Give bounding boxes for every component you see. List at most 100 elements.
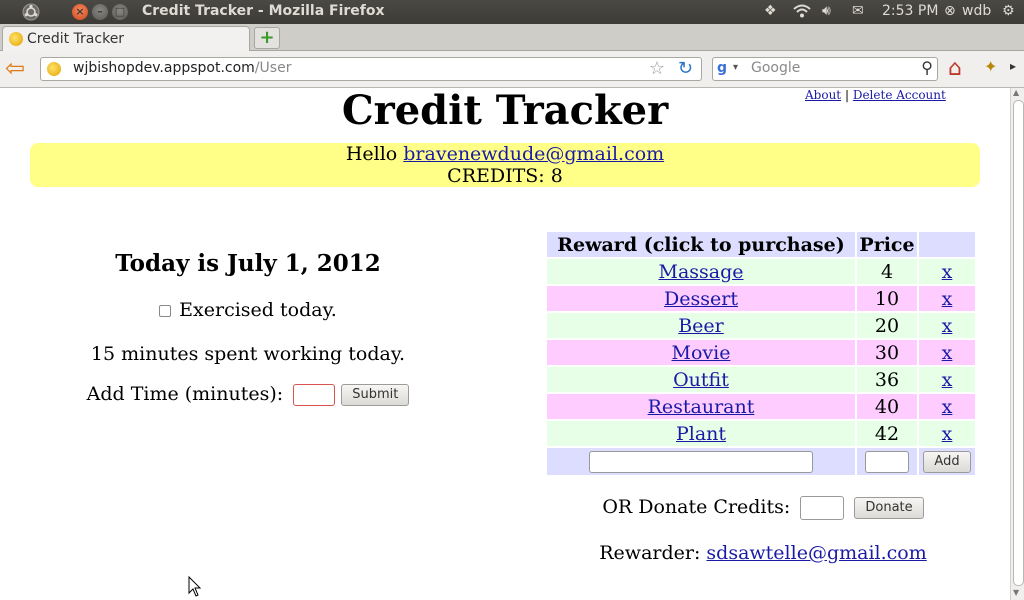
window-close-icon: × bbox=[75, 5, 85, 18]
google-icon[interactable]: g bbox=[717, 60, 727, 76]
column-header-price: Price bbox=[857, 232, 917, 257]
new-reward-name-input[interactable] bbox=[589, 451, 813, 473]
rewarder-label: Rewarder: bbox=[599, 542, 701, 564]
home-icon[interactable]: ⌂ bbox=[948, 56, 962, 81]
tab-credit-tracker[interactable]: Credit Tracker bbox=[2, 26, 250, 51]
rewards-header-row: Reward (click to purchase) Price bbox=[547, 232, 975, 257]
table-row: Outfit 36 x bbox=[547, 367, 975, 392]
url-host: wjbishopdev.appspot.com bbox=[73, 60, 255, 76]
mail-icon[interactable]: ✉ bbox=[852, 3, 864, 19]
page-scrollbar[interactable]: ▲ ▼ bbox=[1010, 88, 1024, 600]
addon-icon[interactable]: ✦ bbox=[984, 57, 997, 76]
reward-price: 36 bbox=[857, 367, 917, 392]
reward-price: 4 bbox=[857, 259, 917, 284]
clock[interactable]: 2:53 PM bbox=[882, 3, 938, 19]
back-arrow-icon: ⇦ bbox=[5, 54, 26, 82]
new-tab-button[interactable]: + bbox=[254, 27, 280, 49]
exercise-row: Exercised today. bbox=[30, 299, 466, 321]
add-reward-row: Add bbox=[547, 448, 975, 475]
scroll-up-icon[interactable]: ▲ bbox=[1013, 88, 1019, 97]
table-row: Beer 20 x bbox=[547, 313, 975, 338]
delete-reward-link[interactable]: x bbox=[942, 396, 953, 418]
delete-reward-link[interactable]: x bbox=[942, 369, 953, 391]
window-maximize-button[interactable]: □ bbox=[112, 4, 128, 20]
table-row: Restaurant 40 x bbox=[547, 394, 975, 419]
rewards-table: Reward (click to purchase) Price Massage… bbox=[545, 230, 977, 477]
new-reward-price-input[interactable] bbox=[865, 451, 909, 473]
reward-price: 42 bbox=[857, 421, 917, 446]
column-header-reward: Reward (click to purchase) bbox=[547, 232, 855, 257]
donate-label: OR Donate Credits: bbox=[602, 496, 791, 518]
reward-link[interactable]: Beer bbox=[678, 315, 724, 337]
site-favicon-icon bbox=[47, 62, 61, 76]
delete-reward-link[interactable]: x bbox=[942, 288, 953, 310]
bookmark-star-icon[interactable]: ☆ bbox=[649, 58, 665, 79]
submit-button[interactable]: Submit bbox=[341, 384, 410, 406]
search-bar[interactable]: g ▾ Google ⚲ bbox=[712, 57, 938, 81]
search-placeholder: Google bbox=[751, 60, 801, 76]
greeting-box: Hello bravenewdude@gmail.com CREDITS: 8 bbox=[30, 143, 980, 187]
user-email-link[interactable]: bravenewdude@gmail.com bbox=[403, 143, 664, 165]
reward-link[interactable]: Dessert bbox=[664, 288, 738, 310]
url-text: wjbishopdev.appspot.com/User bbox=[73, 60, 291, 76]
session-gear-icon[interactable]: ⚙ bbox=[1002, 3, 1015, 19]
delete-account-link[interactable]: Delete Account bbox=[853, 88, 946, 102]
power-icon[interactable]: ⊗ bbox=[944, 3, 956, 19]
today-heading: Today is July 1, 2012 bbox=[115, 250, 381, 277]
window-minimize-button[interactable]: – bbox=[92, 4, 108, 20]
new-tab-icon: + bbox=[259, 27, 275, 48]
ubuntu-logo-icon[interactable] bbox=[22, 3, 40, 21]
window-minimize-icon: – bbox=[97, 5, 103, 18]
tab-strip: Credit Tracker + bbox=[0, 24, 1024, 51]
add-time-input[interactable] bbox=[293, 384, 336, 406]
about-link[interactable]: About bbox=[805, 88, 841, 102]
credits-display: CREDITS: 8 bbox=[447, 165, 563, 187]
volume-icon[interactable]: 🔊︎ bbox=[822, 3, 831, 19]
add-time-row: Add Time (minutes): Submit bbox=[30, 383, 466, 406]
table-row: Dessert 10 x bbox=[547, 286, 975, 311]
window-title: Credit Tracker - Mozilla Firefox bbox=[142, 3, 385, 19]
donate-button[interactable]: Donate bbox=[854, 497, 924, 519]
search-icon[interactable]: ⚲ bbox=[921, 58, 933, 77]
reward-link[interactable]: Massage bbox=[658, 261, 743, 283]
dropbox-icon[interactable]: ❖ bbox=[764, 3, 777, 19]
rewarder-row: Rewarder: sdsawtelle@gmail.com bbox=[545, 542, 981, 564]
column-header-actions bbox=[919, 232, 975, 257]
delete-reward-link[interactable]: x bbox=[942, 261, 953, 283]
url-path: /User bbox=[254, 60, 292, 76]
delete-reward-link[interactable]: x bbox=[942, 423, 953, 445]
donate-credits-input[interactable] bbox=[800, 496, 845, 520]
activity-panel: Today is July 1, 2012 Exercised today. 1… bbox=[30, 248, 466, 406]
table-row: Massage 4 x bbox=[547, 259, 975, 284]
add-reward-button[interactable]: Add bbox=[923, 451, 971, 473]
exercise-checkbox[interactable] bbox=[159, 305, 172, 317]
greeting-line: Hello bravenewdude@gmail.com bbox=[30, 143, 980, 165]
navigation-toolbar: ⇦ wjbishopdev.appspot.com/User ☆ ↻ g ▾ G… bbox=[0, 51, 1024, 88]
window-close-button[interactable]: × bbox=[72, 4, 88, 20]
link-separator: | bbox=[844, 88, 849, 102]
window-maximize-icon: □ bbox=[114, 5, 126, 18]
reward-link[interactable]: Outfit bbox=[673, 369, 729, 391]
reward-link[interactable]: Plant bbox=[676, 423, 726, 445]
reward-price: 20 bbox=[857, 313, 917, 338]
add-time-label: Add Time (minutes): bbox=[86, 383, 284, 405]
delete-reward-link[interactable]: x bbox=[942, 342, 953, 364]
wifi-icon[interactable] bbox=[792, 3, 812, 23]
user-name[interactable]: wdb bbox=[962, 3, 991, 19]
page-content: Credit Tracker About | Delete Account He… bbox=[0, 88, 1010, 600]
table-row: Plant 42 x bbox=[547, 421, 975, 446]
url-bar[interactable]: wjbishopdev.appspot.com/User ☆ ↻ bbox=[40, 57, 702, 81]
scrollbar-thumb[interactable] bbox=[1013, 100, 1024, 586]
table-row: Movie 30 x bbox=[547, 340, 975, 365]
reward-link[interactable]: Restaurant bbox=[648, 396, 755, 418]
chevron-down-icon[interactable]: ▾ bbox=[733, 62, 738, 73]
reload-icon[interactable]: ↻ bbox=[678, 58, 693, 79]
rewarder-email-link[interactable]: sdsawtelle@gmail.com bbox=[706, 542, 926, 564]
scroll-down-icon[interactable]: ▼ bbox=[1013, 588, 1019, 597]
delete-reward-link[interactable]: x bbox=[942, 315, 953, 337]
hello-label: Hello bbox=[345, 143, 398, 165]
top-links: About | Delete Account bbox=[805, 88, 946, 102]
chevron-right-icon[interactable]: ▸ bbox=[1010, 59, 1016, 73]
back-button[interactable]: ⇦ bbox=[5, 54, 31, 82]
reward-link[interactable]: Movie bbox=[672, 342, 731, 364]
